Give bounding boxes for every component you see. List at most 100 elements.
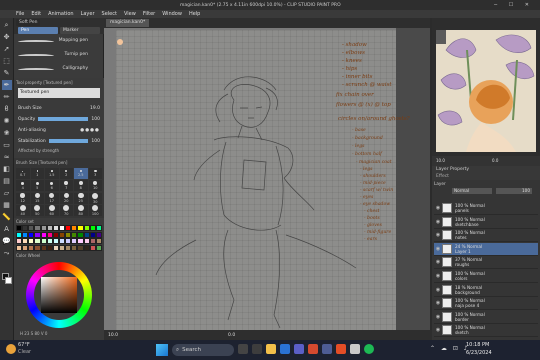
- layer-property-tab[interactable]: Layer Property: [436, 167, 469, 172]
- blend-mode-select[interactable]: Normal: [452, 188, 492, 194]
- correct-line-icon[interactable]: ⤳: [2, 248, 12, 258]
- menu-layer[interactable]: Layer: [81, 11, 95, 17]
- ms-store-icon[interactable]: [308, 344, 318, 354]
- zoom-readout[interactable]: 10.0: [108, 333, 118, 338]
- pencil-tool-icon[interactable]: ✏: [2, 92, 12, 102]
- brush-size-cell[interactable]: 5: [30, 180, 44, 192]
- airbrush-icon[interactable]: ✺: [2, 116, 12, 126]
- edge-browser-icon[interactable]: [280, 344, 290, 354]
- layer-row[interactable]: ◉ 100 % Normal border: [434, 311, 538, 324]
- brush-size-cell[interactable]: 2.5: [74, 168, 88, 179]
- subtool-tab-marker[interactable]: Marker: [60, 27, 100, 34]
- menu-edit[interactable]: Edit: [31, 11, 41, 17]
- menu-animation[interactable]: Animation: [48, 11, 74, 17]
- file-explorer-icon[interactable]: [266, 344, 276, 354]
- nav-angle-value[interactable]: 0.0: [492, 158, 498, 163]
- spotify-icon[interactable]: [364, 344, 374, 354]
- brush-size-cell[interactable]: 15: [30, 192, 44, 204]
- layer-row[interactable]: ◉ 18 % Normal background: [434, 284, 538, 297]
- opacity-row[interactable]: Opacity 100: [18, 115, 100, 123]
- anti-aliasing-row[interactable]: Anti-aliasing ●●●●: [18, 126, 100, 134]
- opacity-slider[interactable]: [38, 117, 89, 121]
- visibility-eye-icon[interactable]: ◉: [434, 273, 442, 279]
- menu-help[interactable]: Help: [189, 11, 200, 17]
- taskbar-search[interactable]: ⌕ Search: [172, 344, 234, 356]
- value-value[interactable]: 0: [45, 331, 48, 336]
- brush-size-cell[interactable]: 80: [74, 204, 88, 216]
- hue-value[interactable]: 23: [24, 331, 29, 336]
- stabilization-slider[interactable]: [48, 139, 89, 143]
- saturation-value-square[interactable]: [41, 277, 77, 313]
- balloon-icon[interactable]: 💬: [2, 236, 12, 246]
- windows-start-icon[interactable]: [156, 344, 168, 356]
- layer-opacity-field[interactable]: 100: [496, 188, 532, 194]
- color-swatch[interactable]: [95, 244, 102, 251]
- visibility-eye-icon[interactable]: ◉: [434, 287, 442, 293]
- blend-icon[interactable]: ≈: [2, 152, 12, 162]
- color-swatch[interactable]: [95, 225, 102, 231]
- brush-size-value[interactable]: 19.0: [90, 106, 100, 111]
- brush-size-cell[interactable]: 40: [16, 204, 30, 216]
- canvas-tab[interactable]: magician.kan0*: [106, 19, 150, 27]
- visibility-eye-icon[interactable]: ◉: [434, 327, 442, 333]
- teams-icon[interactable]: [294, 344, 304, 354]
- brush-size-cell[interactable]: 25: [74, 192, 88, 204]
- visibility-eye-icon[interactable]: ◉: [434, 219, 442, 225]
- move-tool-icon[interactable]: ✥: [2, 32, 12, 42]
- subtool-tab-softpen[interactable]: Soft Pen: [16, 19, 41, 26]
- brush-item-calligraphy[interactable]: Calligraphy: [14, 64, 90, 77]
- ruler-icon[interactable]: 📏: [2, 212, 12, 222]
- weather-icon[interactable]: [6, 344, 16, 354]
- brush-size-row[interactable]: Brush Size 19.0: [18, 104, 100, 112]
- eraser-icon[interactable]: ▭: [2, 140, 12, 150]
- layer-row[interactable]: ◉ 100 % Normal colors: [434, 270, 538, 283]
- brush-size-cell[interactable]: 12: [16, 192, 30, 204]
- menu-filter[interactable]: Filter: [143, 11, 155, 17]
- brush-size-cell[interactable]: 60: [45, 204, 59, 216]
- visibility-eye-icon[interactable]: ◉: [434, 300, 442, 306]
- text-icon[interactable]: A: [2, 224, 12, 234]
- stabilization-row[interactable]: Stabilization 100: [18, 137, 100, 145]
- opacity-value[interactable]: 100: [91, 117, 100, 122]
- menu-view[interactable]: View: [124, 11, 136, 17]
- layer-row[interactable]: ◉ 37 % Normal roughs: [434, 256, 538, 270]
- navigator-thumbnail[interactable]: [436, 30, 536, 152]
- visibility-eye-icon[interactable]: ◉: [434, 205, 442, 211]
- visibility-eye-icon[interactable]: ◉: [434, 232, 442, 238]
- brush-size-cell[interactable]: 30: [88, 192, 102, 204]
- firefox-icon[interactable]: [336, 344, 346, 354]
- layer-row[interactable]: ◉ 100 % Normal sketch: [434, 324, 538, 338]
- selection-tool-icon[interactable]: ⬚: [2, 56, 12, 66]
- menu-window[interactable]: Window: [162, 11, 182, 17]
- brush-size-cell[interactable]: 1.5: [45, 168, 59, 179]
- brush-size-cell[interactable]: 6: [45, 180, 59, 192]
- layer-row[interactable]: ◉ 100 % Normal panels: [434, 202, 538, 215]
- brush-size-cell[interactable]: 7: [59, 180, 73, 192]
- layer-tab[interactable]: Layer: [434, 181, 446, 186]
- hue-ring[interactable]: [26, 262, 92, 328]
- angle-readout[interactable]: 0.0: [228, 333, 235, 338]
- layer-row[interactable]: ◉ 100 % Normal notes: [434, 229, 538, 243]
- brush-size-cell[interactable]: 17: [45, 192, 59, 204]
- widgets-icon[interactable]: [252, 344, 262, 354]
- clip-studio-icon[interactable]: [350, 344, 360, 354]
- operation-tool-icon[interactable]: ➚: [2, 44, 12, 54]
- visibility-eye-icon[interactable]: ◉: [434, 314, 442, 320]
- brush-item-mapping-pen[interactable]: Mapping pen: [14, 36, 90, 49]
- system-tray-icons[interactable]: ⌃ ☁ ⊡ ♪: [430, 345, 470, 352]
- layer-row[interactable]: ◉ 24 % Normal Layer 1: [434, 242, 538, 256]
- figure-icon[interactable]: ▱: [2, 188, 12, 198]
- brush-size-cell[interactable]: 10: [88, 180, 102, 192]
- brush-item-turnip-pen[interactable]: Turnip pen: [14, 50, 90, 63]
- frame-icon[interactable]: ▦: [2, 200, 12, 210]
- menu-select[interactable]: Select: [102, 11, 117, 17]
- layer-row[interactable]: ◉ 100 % Normal sketchbase: [434, 216, 538, 229]
- window-controls[interactable]: ─ ☐ ✕: [494, 2, 534, 8]
- brush-size-cell[interactable]: 20: [59, 192, 73, 204]
- decoration-icon[interactable]: ❀: [2, 128, 12, 138]
- pen-tool-icon[interactable]: ✒: [1, 80, 12, 90]
- visibility-eye-icon[interactable]: ◉: [434, 246, 442, 252]
- discord-icon[interactable]: [322, 344, 332, 354]
- anti-aliasing-options[interactable]: ●●●●: [80, 128, 100, 133]
- menu-file[interactable]: File: [16, 11, 24, 17]
